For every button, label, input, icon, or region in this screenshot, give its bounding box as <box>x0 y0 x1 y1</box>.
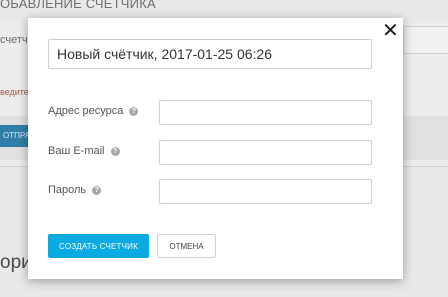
password-input[interactable] <box>159 179 372 204</box>
background-input <box>403 26 448 54</box>
resource-address-input[interactable] <box>159 100 372 125</box>
help-icon[interactable]: ? <box>92 185 102 195</box>
email-row: Ваш E-mail? <box>48 140 372 166</box>
password-row: Пароль? <box>48 179 372 205</box>
help-icon[interactable]: ? <box>110 146 120 156</box>
counter-name-input[interactable] <box>48 39 372 69</box>
background-send-button: отпра <box>0 125 30 147</box>
email-label-wrap: Ваш E-mail? <box>48 145 120 157</box>
background-section-title: ори <box>0 252 32 273</box>
background-page-title: обавление счетчика <box>0 0 156 11</box>
background-field-label: счетч <box>0 34 28 46</box>
create-counter-dialog: ✕ Адрес ресурса? Ваш E-mail? Пароль? Соз… <box>28 18 403 279</box>
resource-address-label-wrap: Адрес ресурса? <box>48 105 139 117</box>
background-hint-text: ведите <box>0 87 29 97</box>
resource-address-row: Адрес ресурса? <box>48 100 372 126</box>
email-input[interactable] <box>159 140 372 165</box>
resource-address-label: Адрес ресурса <box>48 105 124 117</box>
close-icon[interactable]: ✕ <box>382 21 399 41</box>
create-counter-button[interactable]: Создать счетчик <box>48 234 149 258</box>
email-label: Ваш E-mail <box>48 145 105 157</box>
password-label-wrap: Пароль? <box>48 184 102 196</box>
help-icon[interactable]: ? <box>129 106 139 116</box>
cancel-button[interactable]: Отмена <box>157 234 216 258</box>
password-label: Пароль <box>48 184 87 196</box>
